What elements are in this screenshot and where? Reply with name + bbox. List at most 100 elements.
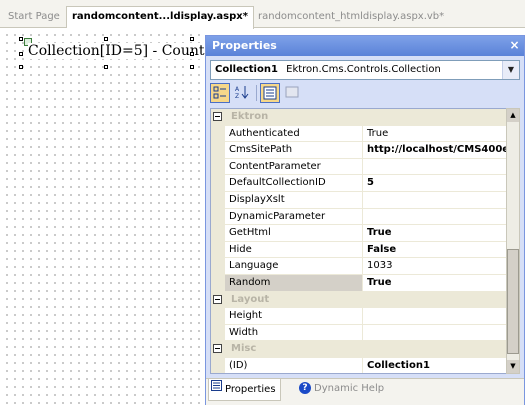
tab-properties[interactable]: Properties [208,379,281,401]
resize-handle[interactable] [104,37,108,41]
property-name: Random [225,274,363,291]
row-gutter [211,225,225,241]
object-selector-dropdown[interactable]: Collection1 Ektron.Cms.Controls.Collecti… [210,60,520,80]
property-value[interactable]: True [364,126,506,142]
property-value[interactable] [364,325,506,341]
tab-dynamic-help-label: Dynamic Help [314,383,385,394]
category-row-misc[interactable]: Misc [211,341,506,358]
property-row[interactable]: CmsSitePath http://localhost/CMS400e [211,142,506,159]
property-name: Width [225,324,363,341]
property-row[interactable]: Width [211,324,506,342]
properties-title-bar[interactable]: Properties × [206,36,524,56]
tab-randomcontent-aspx[interactable]: randomcontent...ldisplay.aspx* [66,6,254,29]
scroll-up-icon[interactable]: ▲ [507,109,519,122]
property-grid: Ektron Authenticated True CmsSitePath http… [210,108,506,374]
property-value[interactable]: 1033 [364,258,506,274]
svg-text:Z: Z [235,93,239,99]
properties-window: Properties × Collection1 Ektron.Cms.Cont… [205,35,525,405]
resize-handle[interactable] [19,52,23,56]
resize-handle[interactable] [19,65,23,69]
category-row-ektron[interactable]: Ektron [211,109,506,126]
property-name: Authenticated [225,125,363,142]
design-surface[interactable]: Collection[ID=5] - Count: 1 [0,28,223,405]
row-gutter [211,274,225,291]
tab-dynamic-help[interactable]: ? Dynamic Help [296,379,387,401]
category-label: Ektron [231,111,269,122]
properties-title: Properties [212,39,277,52]
property-row[interactable]: DefaultCollectionID 5 [211,175,506,192]
collapse-icon[interactable] [213,294,222,304]
property-value[interactable] [364,192,506,208]
resize-handle[interactable] [190,65,194,69]
scroll-thumb[interactable] [507,249,519,354]
tab-randomcontent-vb[interactable]: randomcontent_htmldisplay.aspx.vb* [258,7,444,28]
tab-start-page[interactable]: Start Page [8,7,60,28]
property-value[interactable]: http://localhost/CMS400e [364,142,506,158]
property-name: ContentParameter [225,158,363,175]
row-gutter [211,241,225,258]
property-row[interactable]: (ID) Collection1 [211,357,506,373]
property-row-selected[interactable]: Random True [211,274,506,292]
resize-handle[interactable] [104,65,108,69]
row-gutter [211,142,225,158]
row-gutter [211,158,225,175]
property-value[interactable]: True [364,225,506,241]
property-name: Height [225,308,363,324]
collection-control-text[interactable]: Collection[ID=5] - Count: 1 [28,43,223,59]
events-icon[interactable] [282,83,302,103]
alphabetical-icon[interactable]: A Z [232,83,252,103]
object-type: Ektron.Cms.Controls.Collection [286,64,441,75]
property-name: CmsSitePath [225,142,363,158]
category-label: Layout [231,293,270,305]
resize-handle[interactable] [19,37,23,41]
property-row[interactable]: DisplayXslt [211,191,506,209]
property-value[interactable]: 5 [364,175,506,191]
property-row[interactable]: Language 1033 [211,258,506,275]
scroll-down-icon[interactable]: ▼ [507,360,519,373]
property-name: DefaultCollectionID [225,175,363,191]
toolbar-separator [256,85,257,101]
property-name: Hide [225,241,363,258]
document-tab-strip: Start Page randomcontent...ldisplay.aspx… [0,0,525,29]
close-icon[interactable]: × [508,39,521,52]
property-name: GetHtml [225,225,363,241]
tab-properties-label: Properties [225,384,276,395]
property-name: DisplayXslt [225,191,363,208]
row-gutter [211,324,225,341]
property-row[interactable]: DynamicParameter [211,208,506,226]
help-icon: ? [299,382,311,394]
property-row[interactable]: GetHtml True [211,225,506,242]
resize-handle[interactable] [190,52,194,56]
property-value[interactable]: True [364,275,506,291]
collapse-icon[interactable] [213,344,222,354]
row-gutter [211,258,225,274]
property-value[interactable] [364,209,506,225]
collapse-icon[interactable] [213,112,222,121]
row-gutter [211,308,225,324]
categorized-icon[interactable] [210,83,230,103]
properties-pane-icon [211,379,222,399]
property-row[interactable]: Authenticated True [211,125,506,143]
resize-handle[interactable] [190,37,194,41]
property-name: DynamicParameter [225,208,363,225]
property-value[interactable]: Collection1 [364,358,506,373]
properties-icon[interactable] [260,83,280,103]
property-value[interactable] [364,308,506,324]
chevron-down-icon[interactable]: ▼ [502,61,519,79]
properties-toolbar: A Z [210,83,520,105]
property-value[interactable]: False [364,242,506,258]
row-gutter [211,175,225,191]
row-gutter [211,357,225,373]
property-name: (ID) [225,357,363,373]
property-grid-scrollbar[interactable]: ▲ ▼ [506,108,520,374]
tab-separator [253,10,254,24]
category-label: Misc [231,343,257,355]
svg-text:A: A [235,86,240,93]
property-row[interactable]: ContentParameter [211,158,506,176]
property-value[interactable] [364,159,506,175]
property-row[interactable]: Hide False [211,241,506,259]
row-gutter [211,208,225,225]
property-row[interactable]: Height [211,308,506,325]
category-row-layout[interactable]: Layout [211,291,506,309]
row-gutter [211,125,225,142]
